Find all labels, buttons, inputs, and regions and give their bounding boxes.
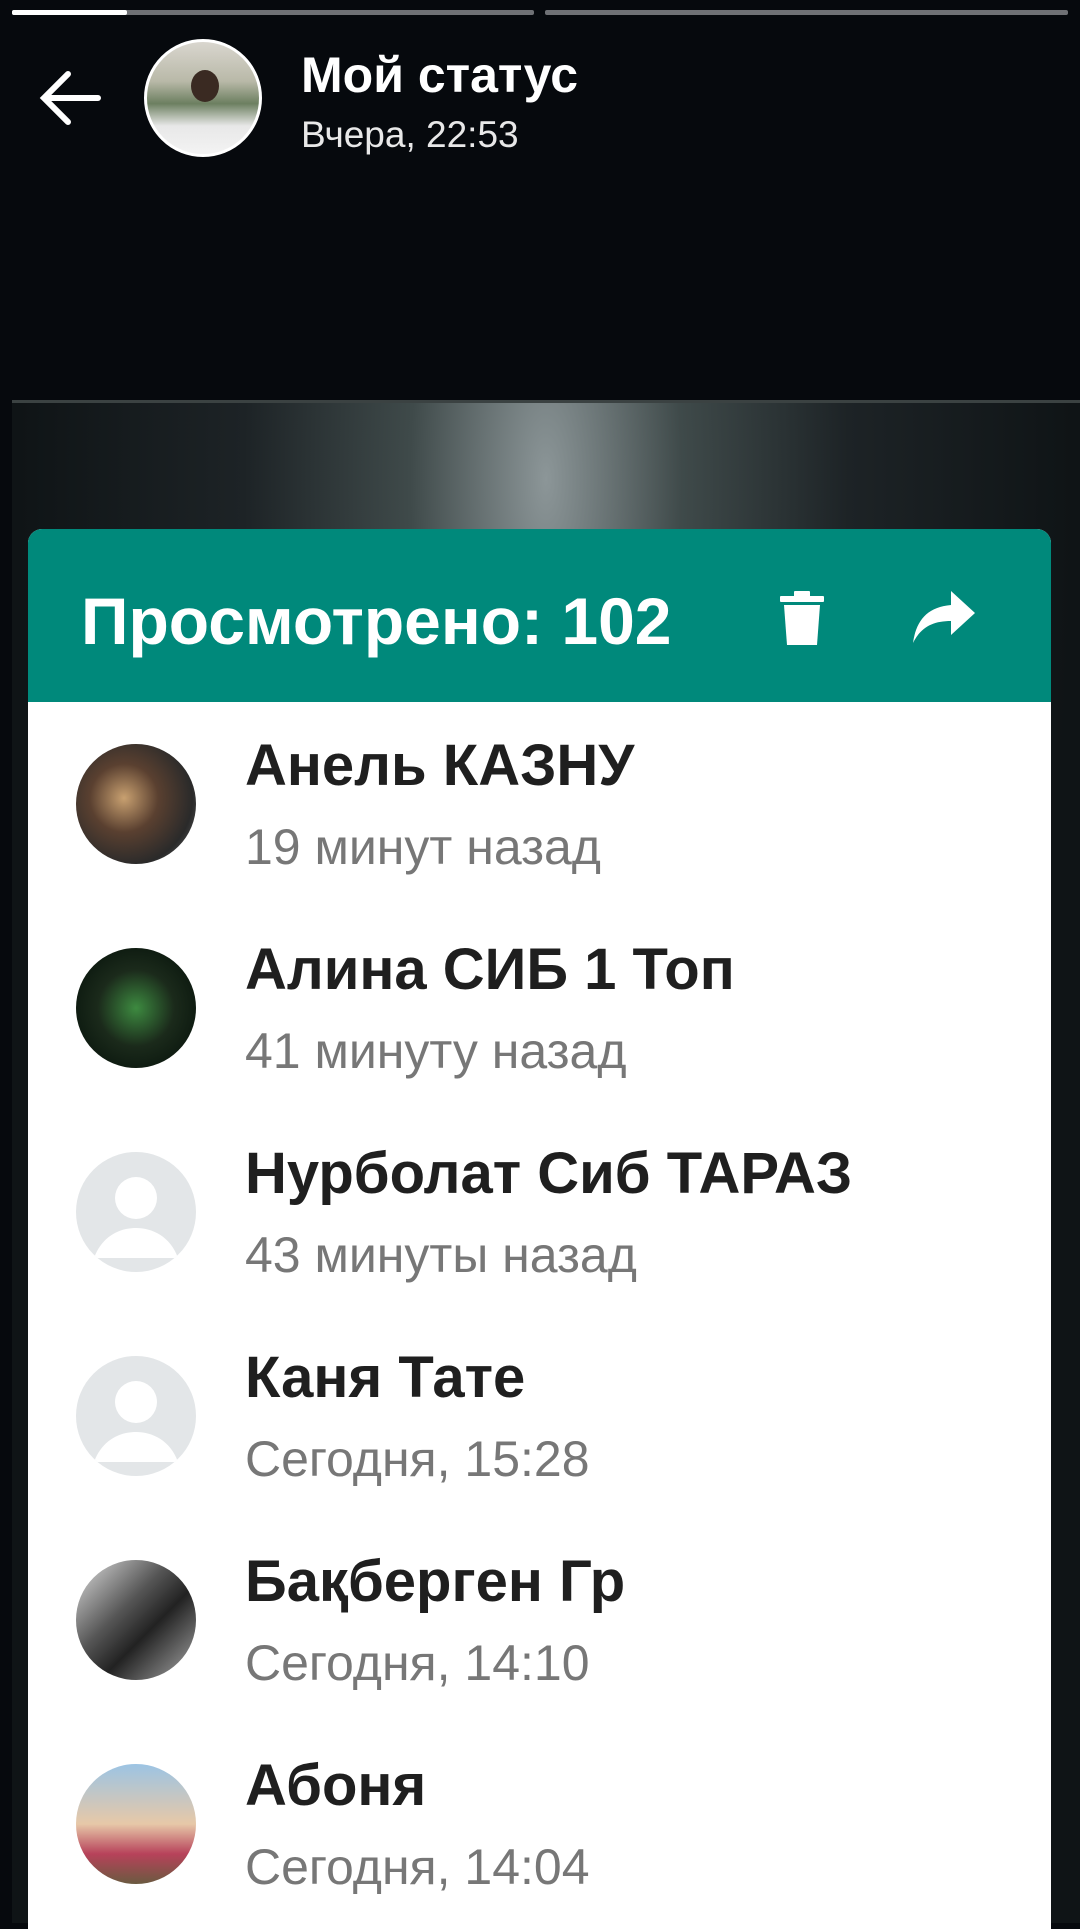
viewer-name: Абоня bbox=[245, 1753, 427, 1818]
viewers-header: Просмотрено: 102 bbox=[28, 529, 1051, 702]
viewer-list-item[interactable]: Каня Тате Сегодня, 15:28 bbox=[28, 1314, 1051, 1518]
back-arrow-icon[interactable] bbox=[38, 68, 102, 128]
default-avatar-icon bbox=[76, 1152, 196, 1272]
status-progress-fill bbox=[12, 10, 127, 15]
viewer-avatar bbox=[76, 744, 196, 864]
viewer-time: Сегодня, 14:04 bbox=[245, 1839, 590, 1895]
viewers-panel: Просмотрено: 102 Анель КАЗНУ 19 минут наз… bbox=[28, 529, 1051, 1929]
status-progress-segment-2 bbox=[545, 10, 1068, 15]
viewer-name: Бақберген Гр bbox=[245, 1549, 626, 1614]
viewer-time: Сегодня, 14:10 bbox=[245, 1635, 590, 1691]
share-icon[interactable] bbox=[913, 591, 975, 643]
viewer-avatar bbox=[76, 948, 196, 1068]
my-avatar[interactable] bbox=[144, 39, 262, 157]
status-title: Мой статус bbox=[301, 47, 579, 103]
viewer-name: Анель КАЗНУ bbox=[245, 733, 635, 798]
viewer-time: Сегодня, 15:28 bbox=[245, 1431, 590, 1487]
viewer-list-item[interactable]: Нурболат Сиб ТАРАЗ 43 минуты назад bbox=[28, 1110, 1051, 1314]
viewer-list-item[interactable]: Анель КАЗНУ 19 минут назад bbox=[28, 702, 1051, 906]
viewer-list-item[interactable]: Абоня Сегодня, 14:04 bbox=[28, 1722, 1051, 1926]
viewer-name: Алина СИБ 1 Топ bbox=[245, 937, 735, 1002]
viewer-name: Нурболат Сиб ТАРАЗ bbox=[245, 1141, 853, 1206]
viewed-count: Просмотрено: 102 bbox=[81, 584, 672, 658]
viewer-avatar bbox=[76, 1560, 196, 1680]
viewer-list-item[interactable]: Алина СИБ 1 Топ 41 минуту назад bbox=[28, 906, 1051, 1110]
default-avatar-icon bbox=[76, 1356, 196, 1476]
status-progress-segment-1 bbox=[12, 10, 534, 15]
viewer-time: 43 минуты назад bbox=[245, 1227, 637, 1283]
trash-icon[interactable] bbox=[780, 591, 824, 645]
viewer-name: Каня Тате bbox=[245, 1345, 526, 1410]
viewer-time: 19 минут назад bbox=[245, 819, 601, 875]
viewer-time: 41 минуту назад bbox=[245, 1023, 627, 1079]
status-time: Вчера, 22:53 bbox=[301, 114, 519, 155]
viewer-avatar bbox=[76, 1764, 196, 1884]
viewer-list-item[interactable]: Бақберген Гр Сегодня, 14:10 bbox=[28, 1518, 1051, 1722]
